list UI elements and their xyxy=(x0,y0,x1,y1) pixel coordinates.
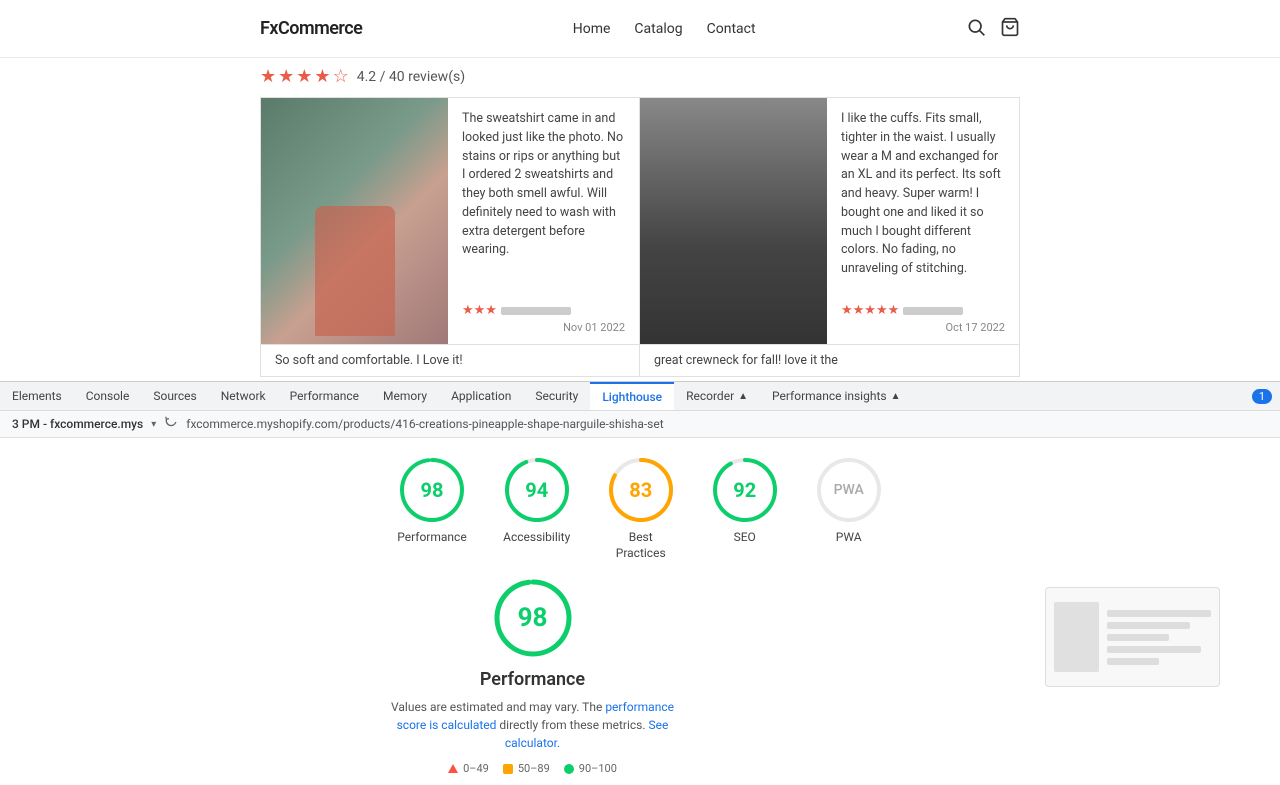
site-nav-icons xyxy=(966,17,1020,41)
devtools-tabs-bar: Elements Console Sources Network Perform… xyxy=(0,381,1280,411)
tab-security[interactable]: Security xyxy=(523,382,590,410)
chevron-down-icon[interactable]: ▾ xyxy=(151,419,156,430)
review-body-right: I like the cuffs. Fits small, tighter in… xyxy=(841,110,1005,279)
review-text-left: The sweatshirt came in and looked just l… xyxy=(448,98,639,345)
review-date-left: Nov 01 2022 xyxy=(462,321,625,334)
review-text-right: I like the cuffs. Fits small, tighter in… xyxy=(827,98,1019,345)
score-performance-label: Performance xyxy=(397,530,466,544)
review-area: ★ ★ ★ ★ ☆ 4.2 / 40 review(s) The sweatsh… xyxy=(0,58,1280,377)
devtools-full-url: fxcommerce.myshopify.com/products/416-cr… xyxy=(186,417,663,431)
nav-home[interactable]: Home xyxy=(573,21,611,37)
legend-orange-label: 50–89 xyxy=(518,762,550,775)
review-body-left: The sweatshirt came in and looked just l… xyxy=(462,110,625,260)
search-icon[interactable] xyxy=(966,17,986,41)
tab-perf-insights[interactable]: Performance insights ▲ xyxy=(760,382,912,410)
star-3: ★ xyxy=(296,66,312,87)
rating-value: 4.2 / 40 review(s) xyxy=(357,69,465,85)
lighthouse-scores: 98 Performance 94 Accessibility xyxy=(0,456,1280,577)
review-right: I like the cuffs. Fits small, tighter in… xyxy=(640,98,1019,345)
review-meta-left: ★★★ Nov 01 2022 xyxy=(462,303,625,334)
tab-network[interactable]: Network xyxy=(209,382,278,410)
perf-detail-desc: Values are estimated and may vary. The p… xyxy=(383,698,683,752)
devtools-badge: 1 xyxy=(1252,389,1272,404)
site-header: FxCommerce Home Catalog Contact xyxy=(0,0,1280,58)
score-accessibility-value: 94 xyxy=(525,478,548,502)
score-seo-label: SEO xyxy=(734,530,756,544)
legend-red-label: 0–49 xyxy=(463,762,489,775)
review-snippet-3: So soft and comfortable. I Love it! xyxy=(275,353,625,368)
legend-orange: 50–89 xyxy=(503,762,550,775)
score-pwa[interactable]: PWA PWA xyxy=(815,456,883,544)
tab-lighthouse[interactable]: Lighthouse xyxy=(590,382,674,410)
perf-detail-left: 98 Performance Values are estimated and … xyxy=(60,577,1005,775)
tab-memory[interactable]: Memory xyxy=(371,382,439,410)
lighthouse-panel: 98 Performance 94 Accessibility xyxy=(0,438,1280,785)
score-pwa-value: PWA xyxy=(834,482,864,498)
star-1: ★ xyxy=(260,66,276,87)
review-meta-right: ★★★★★ Oct 17 2022 xyxy=(841,303,1005,334)
devtools-badge-area: 1 xyxy=(1252,382,1280,410)
review-snippets: So soft and comfortable. I Love it! grea… xyxy=(260,345,1020,377)
score-best-practices-label: BestPractices xyxy=(616,530,666,561)
score-accessibility[interactable]: 94 Accessibility xyxy=(503,456,571,544)
score-performance-value: 98 xyxy=(421,478,444,502)
star-5-half: ☆ xyxy=(333,66,349,87)
tab-elements[interactable]: Elements xyxy=(0,382,74,410)
review-snippet-4: great crewneck for fall! love it the xyxy=(654,353,1005,368)
site-nav-links: Home Catalog Contact xyxy=(573,21,756,37)
score-pwa-label: PWA xyxy=(836,530,862,544)
nav-contact[interactable]: Contact xyxy=(707,21,756,37)
cart-icon[interactable] xyxy=(1000,17,1020,41)
review-image-left xyxy=(261,98,448,345)
legend-red: 0–49 xyxy=(448,762,489,775)
performance-detail: 98 Performance Values are estimated and … xyxy=(0,577,1280,775)
site-logo: FxCommerce xyxy=(260,18,362,39)
perf-detail-score: 98 xyxy=(518,603,548,633)
nav-catalog[interactable]: Catalog xyxy=(634,21,682,37)
score-performance[interactable]: 98 Performance xyxy=(397,456,466,544)
review-image-right xyxy=(640,98,827,345)
legend-green-label: 90–100 xyxy=(579,762,617,775)
score-best-practices[interactable]: 83 BestPractices xyxy=(607,456,675,561)
perf-screenshot xyxy=(1045,587,1220,687)
perf-detail-title: Performance xyxy=(480,669,585,690)
tab-console[interactable]: Console xyxy=(74,382,142,410)
score-seo-value: 92 xyxy=(733,478,756,502)
legend-bar: 0–49 50–89 90–100 xyxy=(448,762,617,775)
score-seo[interactable]: 92 SEO xyxy=(711,456,779,544)
tab-performance[interactable]: Performance xyxy=(278,382,371,410)
review-date-right: Oct 17 2022 xyxy=(841,321,1005,334)
score-best-practices-value: 83 xyxy=(629,478,652,502)
devtools-url-bar: 3 PM - fxcommerce.mys ▾ fxcommerce.mysho… xyxy=(0,411,1280,438)
score-accessibility-label: Accessibility xyxy=(503,530,570,544)
tab-recorder[interactable]: Recorder ▲ xyxy=(674,382,760,410)
tab-application[interactable]: Application xyxy=(439,382,523,410)
star-2: ★ xyxy=(278,66,294,87)
rating-summary: ★ ★ ★ ★ ☆ 4.2 / 40 review(s) xyxy=(260,66,1020,87)
star-rating: ★ ★ ★ ★ ☆ xyxy=(260,66,349,87)
reviews-grid: The sweatshirt came in and looked just l… xyxy=(260,97,1020,345)
refresh-icon[interactable] xyxy=(164,415,178,433)
tab-sources[interactable]: Sources xyxy=(141,382,208,410)
review-left: The sweatshirt came in and looked just l… xyxy=(261,98,640,345)
devtools-domain: 3 PM - fxcommerce.mys xyxy=(12,417,143,431)
legend-green: 90–100 xyxy=(564,762,617,775)
star-4: ★ xyxy=(314,66,330,87)
